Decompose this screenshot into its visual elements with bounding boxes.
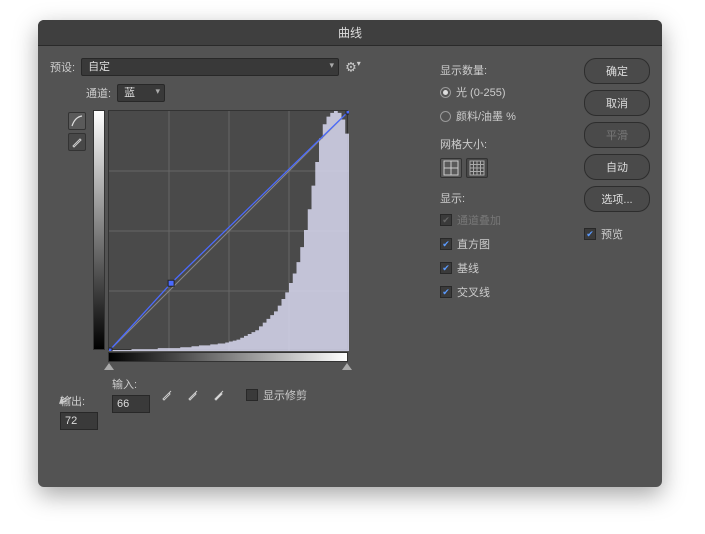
grid-fine-button[interactable] xyxy=(466,158,488,178)
preset-menu-icon[interactable]: ⚙▾ xyxy=(345,59,361,75)
checkbox-icon: ✔ xyxy=(584,228,596,240)
auto-button[interactable]: 自动 xyxy=(584,154,650,180)
window-title: 曲线 xyxy=(338,24,362,41)
smooth-button[interactable]: 平滑 xyxy=(584,122,650,148)
histogram-checkbox[interactable]: ✔ 直方图 xyxy=(440,236,574,252)
show-label: 显示: xyxy=(440,190,574,206)
titlebar: 曲线 xyxy=(38,20,662,46)
white-point-slider[interactable] xyxy=(342,363,352,370)
radio-icon xyxy=(440,87,451,98)
pigment-radio[interactable]: 颜料/油墨 % xyxy=(440,108,574,124)
black-eyedropper-icon[interactable] xyxy=(158,386,176,404)
curve-graph[interactable] xyxy=(108,110,348,350)
checkbox-icon: ✔ xyxy=(440,262,452,274)
grid-coarse-button[interactable] xyxy=(440,158,462,178)
light-radio[interactable]: 光 (0-255) xyxy=(440,84,574,100)
input-label: 输入: xyxy=(112,376,150,392)
checkbox-icon: ✔ xyxy=(440,214,452,226)
white-eyedropper-icon[interactable] xyxy=(210,386,228,404)
curve-pencil-tool[interactable] xyxy=(68,133,86,151)
options-button[interactable]: 选项... xyxy=(584,186,650,212)
baseline-checkbox[interactable]: ✔ 基线 xyxy=(440,260,574,276)
input-gradient xyxy=(108,352,348,362)
checkbox-icon: ✔ xyxy=(440,286,452,298)
curve-point-tool[interactable] xyxy=(68,112,86,130)
preview-checkbox[interactable]: ✔ 预览 xyxy=(584,226,650,242)
channel-label: 通道: xyxy=(86,85,111,101)
channel-select[interactable]: 蓝 xyxy=(117,84,165,102)
radio-icon xyxy=(440,111,451,122)
black-point-slider[interactable] xyxy=(104,363,114,370)
ok-button[interactable]: 确定 xyxy=(584,58,650,84)
show-clipping-checkbox[interactable]: 显示修剪 xyxy=(246,387,307,403)
preset-select[interactable]: 自定 xyxy=(81,58,339,76)
intersect-checkbox[interactable]: ✔ 交叉线 xyxy=(440,284,574,300)
preset-label: 预设: xyxy=(50,59,75,75)
output-label: 输出: xyxy=(60,393,98,409)
curves-dialog: 曲线 预设: 自定 ⚙▾ 通道: 蓝 xyxy=(38,20,662,487)
output-gradient xyxy=(93,110,105,350)
checkbox-icon xyxy=(246,389,258,401)
gray-eyedropper-icon[interactable] xyxy=(184,386,202,404)
input-field[interactable] xyxy=(112,395,150,413)
channel-overlay-checkbox[interactable]: ✔ 通道叠加 xyxy=(440,212,574,228)
display-amount-label: 显示数量: xyxy=(440,62,574,78)
output-field[interactable] xyxy=(60,412,98,430)
checkbox-icon: ✔ xyxy=(440,238,452,250)
grid-size-label: 网格大小: xyxy=(440,136,574,152)
cancel-button[interactable]: 取消 xyxy=(584,90,650,116)
